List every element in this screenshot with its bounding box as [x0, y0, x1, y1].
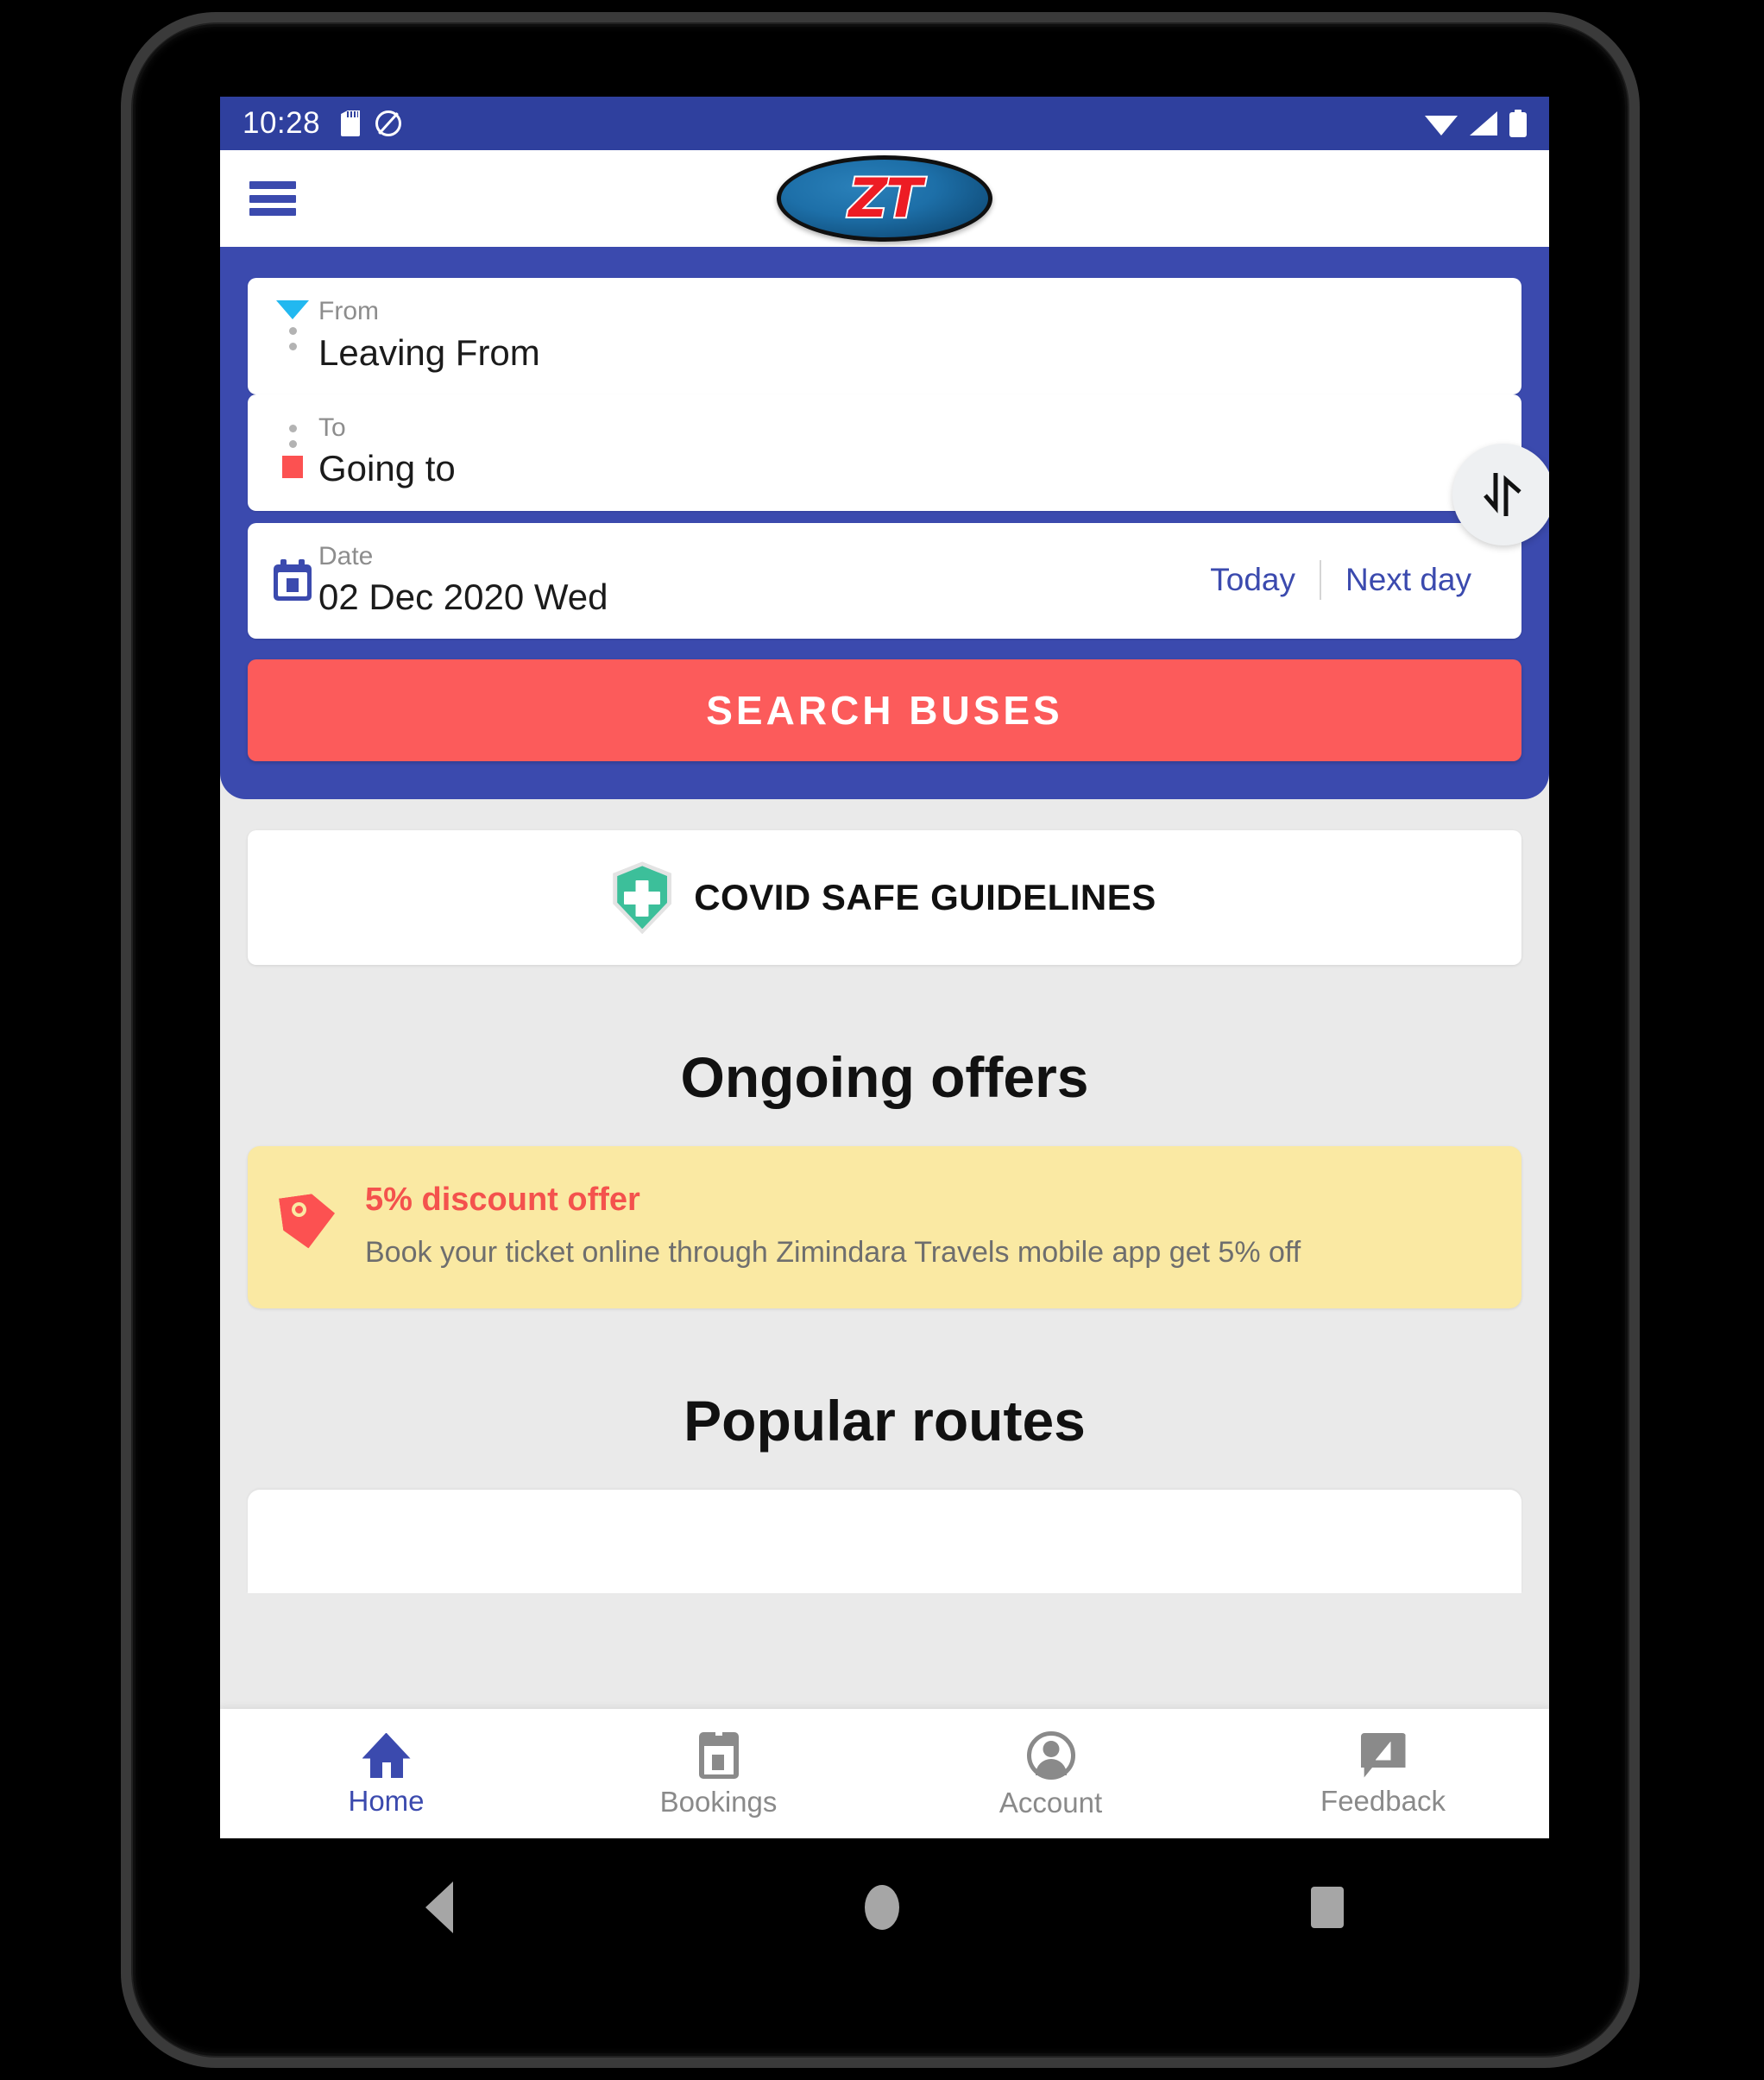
android-system-nav: [220, 1838, 1549, 1976]
shield-plus-icon: [613, 861, 672, 935]
from-marker: [274, 297, 312, 350]
covid-guidelines-label: COVID SAFE GUIDELINES: [694, 877, 1156, 918]
from-value[interactable]: Leaving From: [318, 332, 1496, 374]
swap-locations-button[interactable]: [1452, 444, 1549, 545]
swap-vertical-icon: [1484, 473, 1521, 516]
signal-icon: [1470, 111, 1497, 136]
account-person-icon: [1026, 1730, 1075, 1780]
nav-item-home[interactable]: Home: [220, 1709, 552, 1838]
screenshot-stage: 10:28 ZT From Leaving From To Going to D…: [0, 0, 1764, 2080]
to-field[interactable]: To Going to: [248, 394, 1521, 511]
from-label: From: [318, 297, 379, 325]
search-panel: From Leaving From To Going to Date 02 De…: [220, 247, 1549, 800]
nav-label-bookings: Bookings: [659, 1785, 778, 1818]
offer-description: Book your ticket online through Zimindar…: [365, 1235, 1301, 1269]
bookings-calendar-icon: [698, 1728, 739, 1779]
status-right-icons: [1425, 110, 1527, 137]
date-field[interactable]: Date 02 Dec 2020 Wed Today Next day: [248, 522, 1521, 640]
nav-item-feedback[interactable]: Feedback: [1217, 1709, 1549, 1838]
nav-item-bookings[interactable]: Bookings: [552, 1709, 885, 1838]
search-buses-button[interactable]: SEARCH BUSES: [248, 659, 1521, 762]
popular-routes-card[interactable]: [248, 1490, 1521, 1594]
feedback-edit-icon: [1360, 1732, 1406, 1778]
app-bar: ZT: [220, 150, 1549, 247]
ongoing-offers-heading: Ongoing offers: [680, 1045, 1089, 1110]
back-triangle-icon[interactable]: [425, 1881, 454, 1933]
calendar-icon: [274, 558, 312, 601]
status-bar: 10:28: [220, 97, 1549, 150]
battery-icon: [1509, 110, 1527, 137]
home-icon: [362, 1732, 411, 1778]
date-label: Date: [318, 541, 374, 570]
covid-guidelines-card[interactable]: COVID SAFE GUIDELINES: [248, 830, 1521, 966]
offer-title: 5% discount offer: [365, 1182, 640, 1219]
phone-screen: 10:28 ZT From Leaving From To Going to D…: [220, 97, 1549, 1838]
to-marker: [274, 413, 312, 478]
dot-icon: [288, 439, 297, 448]
app-logo: ZT: [769, 151, 1000, 246]
home-circle-icon[interactable]: [864, 1885, 899, 1930]
dot-icon: [288, 327, 297, 335]
screenshot-icon: [375, 110, 402, 136]
date-value[interactable]: 02 Dec 2020 Wed: [318, 577, 1186, 618]
recents-square-icon[interactable]: [1310, 1887, 1344, 1928]
bottom-navigation: Home Bookings Account Feedback: [220, 1709, 1549, 1838]
nav-item-account[interactable]: Account: [885, 1709, 1217, 1838]
hamburger-menu-icon[interactable]: [249, 181, 296, 216]
to-value[interactable]: Going to: [318, 448, 1496, 489]
wifi-icon: [1425, 116, 1458, 136]
dot-icon: [288, 343, 297, 350]
from-field[interactable]: From Leaving From: [248, 278, 1521, 394]
price-tag-icon: [279, 1191, 343, 1255]
nav-label-account: Account: [999, 1786, 1103, 1818]
date-quick-actions: Today Next day: [1186, 559, 1496, 600]
next-day-button[interactable]: Next day: [1321, 564, 1496, 596]
logo-text: ZT: [847, 167, 923, 230]
main-content: COVID SAFE GUIDELINES Ongoing offers 5% …: [220, 830, 1549, 1594]
popular-routes-heading: Popular routes: [684, 1389, 1086, 1453]
to-label: To: [318, 413, 346, 442]
status-time: 10:28: [243, 106, 321, 140]
today-button[interactable]: Today: [1186, 564, 1320, 596]
nav-label-feedback: Feedback: [1320, 1784, 1446, 1817]
status-left-icons: [341, 110, 402, 136]
sd-card-icon: [341, 110, 361, 136]
dot-icon: [288, 424, 297, 432]
offer-card[interactable]: 5% discount offer Book your ticket onlin…: [248, 1146, 1521, 1309]
triangle-down-icon: [276, 300, 309, 319]
square-marker-icon: [282, 455, 303, 478]
nav-label-home: Home: [348, 1784, 425, 1817]
logo-oval: ZT: [777, 155, 992, 242]
